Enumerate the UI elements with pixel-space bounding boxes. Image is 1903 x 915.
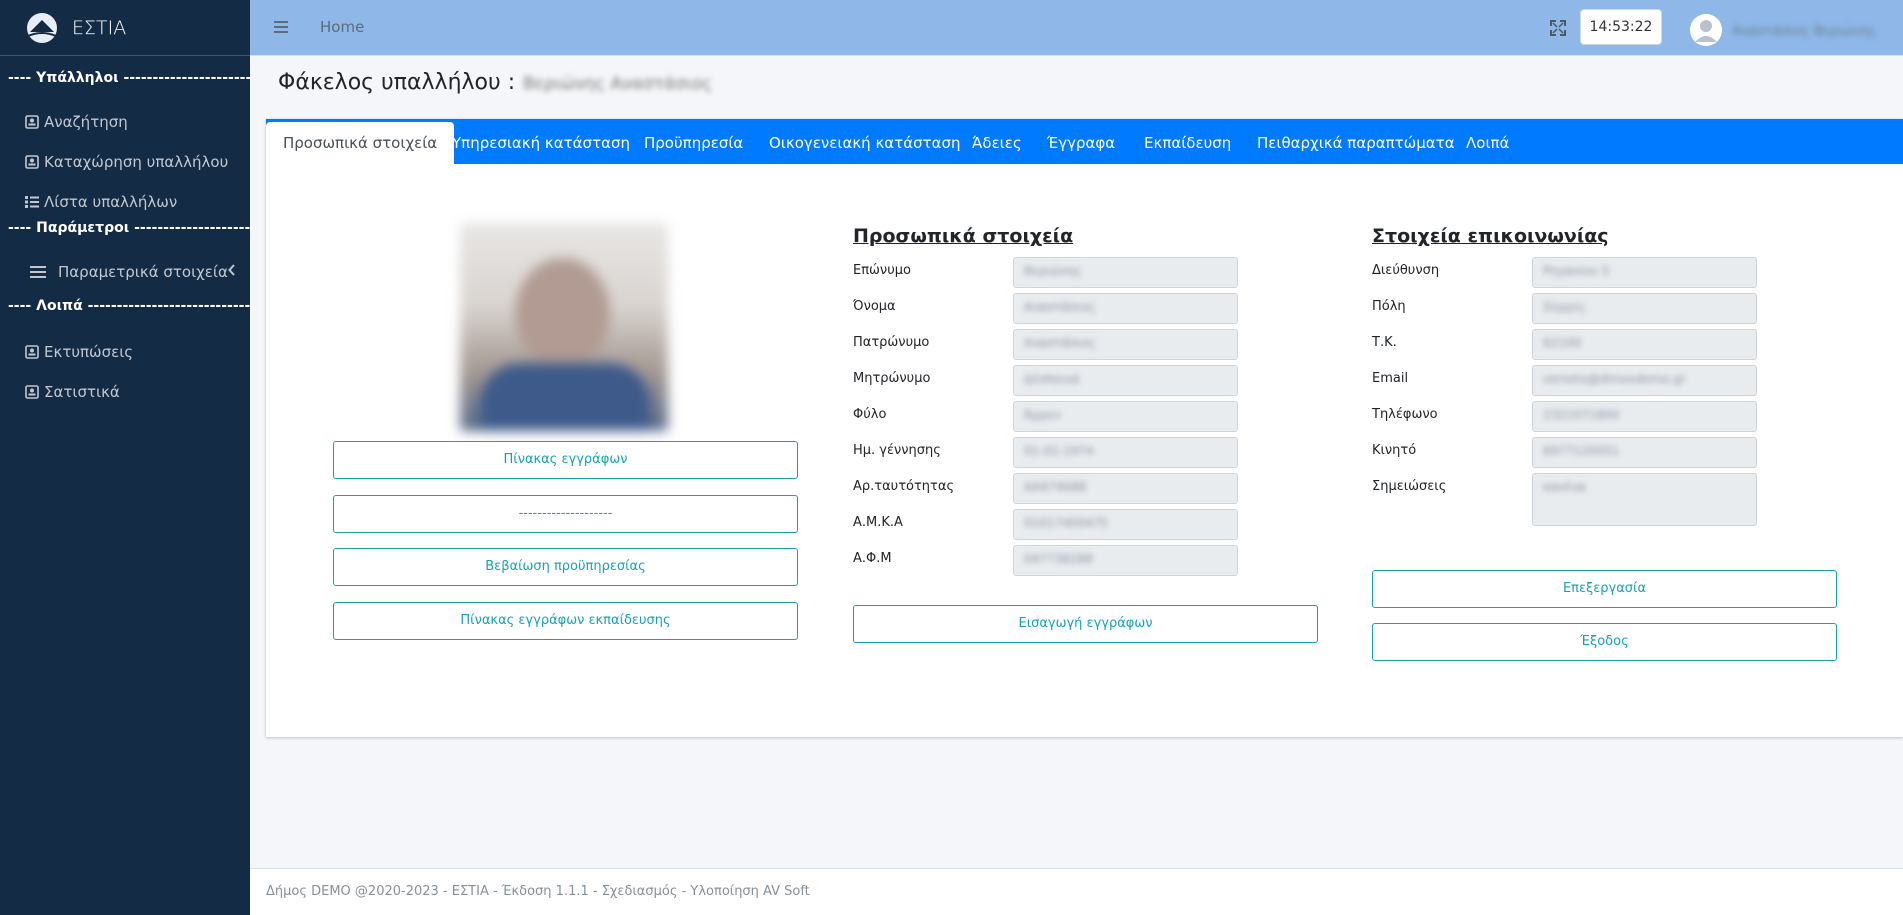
field-label: Σημειώσεις — [1372, 479, 1447, 494]
surname-field: Βεριώνης — [1013, 257, 1238, 288]
home-link[interactable]: Home — [320, 18, 364, 36]
id-card-icon — [24, 114, 40, 130]
bars-icon — [30, 264, 46, 280]
sidebar-item-label: Εκτυπώσεις — [44, 343, 134, 361]
mobile-field: 6977120051 — [1532, 437, 1757, 468]
top-navbar: Home 14:53:22 Αναστάσιος Βεριώνης — [250, 0, 1903, 56]
notes-field: κανένα — [1532, 473, 1757, 526]
service-certificate-button[interactable]: Βεβαίωση προϋπηρεσίας — [333, 548, 798, 586]
sidebar-item-search[interactable]: Αναζήτηση — [0, 102, 250, 142]
field-label: Μητρώνυμο — [853, 371, 931, 386]
field-label: Τηλέφωνο — [1372, 407, 1438, 422]
afm-field: 047738288 — [1013, 545, 1238, 576]
edit-button[interactable]: Επεξεργασία — [1372, 570, 1837, 608]
email-field: veriotis@dimosdemo.gr — [1532, 365, 1757, 396]
field-label: Τ.Κ. — [1372, 335, 1397, 350]
gender-field: Άρρεν — [1013, 401, 1238, 432]
field-label: Φύλο — [853, 407, 887, 422]
footer: Δήμος DEMO @2020-2023 - ΕΣΤΙΑ - Έκδοση 1… — [250, 868, 1903, 915]
employee-name: Βεριώνης Αναστάσιος — [523, 74, 712, 94]
import-documents-button[interactable]: Εισαγωγή εγγράφων — [853, 605, 1318, 643]
sidebar-item-label: Λίστα υπαλλήλων — [44, 193, 178, 211]
field-label: Αρ.ταυτότητας — [853, 479, 955, 494]
training-documents-button[interactable]: Πίνακας εγγράφων εκπαίδευσης — [333, 602, 798, 640]
tab-disciplinary[interactable]: Πειθαρχικά παραπτώματα — [1257, 122, 1455, 164]
sidebar-item-parameters[interactable]: Παραμετρικά στοιχεία — [0, 252, 250, 292]
field-label: Α.Μ.Κ.Α — [853, 515, 903, 530]
mother-name-field: Δέσποινα — [1013, 365, 1238, 396]
tab-other[interactable]: Λοιπά — [1466, 122, 1509, 164]
clock-display: 14:53:22 — [1580, 9, 1662, 45]
tab-personal-info[interactable]: Προσωπικά στοιχεία — [266, 122, 455, 164]
tab-prior-service[interactable]: Προϋπηρεσία — [644, 122, 743, 164]
list-icon — [24, 194, 40, 210]
sidebar-item-label: Αναζήτηση — [44, 113, 128, 131]
brand[interactable]: ΕΣΤΙΑ — [0, 0, 250, 56]
employee-photo — [460, 223, 668, 431]
dashes-button[interactable]: -------------------- — [333, 495, 798, 533]
sidebar-item-label: Καταχώρηση υπαλλήλου — [44, 153, 229, 171]
sidebar-item-register-employee[interactable]: Καταχώρηση υπαλλήλου — [0, 142, 250, 182]
logo-icon — [27, 12, 57, 43]
id-card-icon — [24, 344, 40, 360]
hamburger-menu-icon[interactable] — [274, 19, 288, 33]
user-name[interactable]: Αναστάσιος Βεριώνης — [1732, 24, 1876, 39]
exit-button[interactable]: Έξοδος — [1372, 623, 1837, 661]
page-title: Φάκελος υπαλλήλου : Βεριώνης Αναστάσιος — [278, 70, 712, 95]
id-number-field: ΑΑ474688 — [1013, 473, 1238, 504]
field-label: Όνομα — [853, 299, 896, 314]
nav-header-other: ---- Λοιπά ----------------------------- — [8, 298, 250, 314]
documents-table-button[interactable]: Πίνακας εγγράφων — [333, 441, 798, 479]
tab-training[interactable]: Εκπαίδευση — [1144, 122, 1231, 164]
field-label: Email — [1372, 371, 1409, 386]
nav-header-parameters: ---- Παράμετροι --------------------- — [8, 220, 250, 236]
brand-name: ΕΣΤΙΑ — [72, 16, 127, 39]
tab-leaves[interactable]: Άδειες — [972, 122, 1022, 164]
sidebar-item-label: Σατιστικά — [44, 383, 120, 401]
field-label: Κινητό — [1372, 443, 1417, 458]
tab-bar: Προσωπικά στοιχεία Υπηρεσιακή κατάσταση … — [266, 119, 1903, 164]
sidebar: ΕΣΤΙΑ ---- Υπάλληλοι -------------------… — [0, 0, 250, 915]
city-field: Σέρρες — [1532, 293, 1757, 324]
contact-info-title: Στοιχεία επικοινωνίας — [1372, 225, 1609, 247]
field-label: Πατρώνυμο — [853, 335, 930, 350]
father-name-field: Αναστάσιος — [1013, 329, 1238, 360]
tab-service-status[interactable]: Υπηρεσιακή κατάσταση — [452, 122, 630, 164]
sidebar-item-label: Παραμετρικά στοιχεία — [58, 263, 228, 281]
field-label: Διεύθυνση — [1372, 263, 1440, 278]
field-label: Επώνυμο — [853, 263, 911, 278]
field-label: Πόλη — [1372, 299, 1406, 314]
nav-header-employees: ---- Υπάλληλοι ------------------------ — [8, 70, 250, 86]
sidebar-item-prints[interactable]: Εκτυπώσεις — [0, 332, 250, 372]
tab-family-status[interactable]: Οικογενειακή κατάσταση — [769, 122, 961, 164]
address-field: Ρηγανίου 5 — [1532, 257, 1757, 288]
user-avatar[interactable] — [1690, 14, 1722, 46]
field-label: Ημ. γέννησης — [853, 443, 941, 458]
postal-code-field: 62100 — [1532, 329, 1757, 360]
chevron-left-icon — [228, 264, 236, 280]
first-name-field: Αναστάσιος — [1013, 293, 1238, 324]
id-card-icon — [24, 154, 40, 170]
id-card-icon — [24, 384, 40, 400]
fullscreen-icon[interactable] — [1550, 20, 1566, 36]
phone-field: 2321071800 — [1532, 401, 1757, 432]
sidebar-item-statistics[interactable]: Σατιστικά — [0, 372, 250, 412]
personal-info-title: Προσωπικά στοιχεία — [853, 225, 1074, 247]
amka-field: 01017400475 — [1013, 509, 1238, 540]
page-title-label: Φάκελος υπαλλήλου : — [278, 70, 516, 95]
tab-documents[interactable]: Έγγραφα — [1047, 122, 1115, 164]
field-label: Α.Φ.Μ — [853, 551, 892, 566]
birth-date-field: 01-01-1974 — [1013, 437, 1238, 468]
